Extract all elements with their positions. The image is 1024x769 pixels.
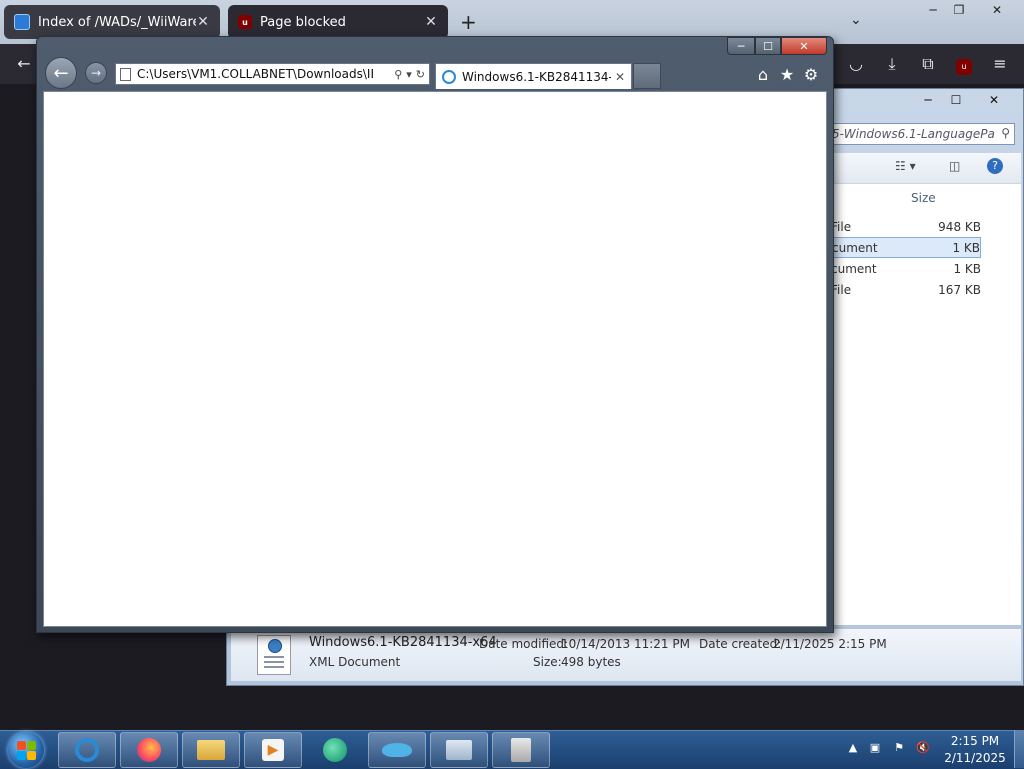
file-size: 948 KB <box>938 220 981 234</box>
ie-tab-title: Windows6.1-KB2841134-x64 <box>462 69 611 84</box>
details-date-created: 2/11/2025 2:15 PM <box>773 637 887 651</box>
taskbar-firefox[interactable] <box>120 732 178 768</box>
taskbar-app[interactable] <box>306 732 364 768</box>
list-all-tabs-button[interactable]: ⌄ <box>850 12 862 28</box>
start-button[interactable] <box>8 732 44 768</box>
page-icon <box>120 67 131 81</box>
taskbar-archive[interactable] <box>492 732 550 768</box>
close-button[interactable]: ✕ <box>982 0 1012 20</box>
menu-icon[interactable]: ≡ <box>990 54 1010 74</box>
file-row[interactable]: cument 1 KB <box>831 259 981 280</box>
firefox-tab-title: Page blocked <box>260 14 346 30</box>
show-desktop-button[interactable] <box>1014 730 1024 768</box>
taskbar-clock[interactable]: 2:15 PM 2/11/2025 <box>940 733 1010 767</box>
help-icon[interactable]: ? <box>987 158 1003 174</box>
ublock-icon[interactable]: u <box>954 54 974 75</box>
address-text: 5-Windows6.1-LanguagePa <box>832 127 995 141</box>
details-file-type: XML Document <box>309 655 401 669</box>
internet-explorer-icon <box>442 69 456 84</box>
file-row[interactable]: File 948 KB <box>831 217 981 238</box>
control-panel-icon <box>446 740 472 760</box>
details-date-modified-label: Date modified: <box>479 637 569 651</box>
search-icon[interactable]: ⚲ <box>1001 126 1010 140</box>
close-tab-icon[interactable]: ✕ <box>196 14 210 30</box>
pocket-icon[interactable]: ◡ <box>846 54 866 74</box>
firefox-tab-page-blocked[interactable]: u Page blocked ✕ <box>228 5 448 39</box>
details-size: 498 bytes <box>561 655 621 669</box>
page-icon <box>14 14 30 30</box>
firefox-tab-index[interactable]: Index of /WADs/_WiiWare, VC, ✕ <box>4 5 220 39</box>
details-pane: Windows6.1-KB2841134-x64 XML Document Da… <box>231 629 1021 681</box>
maximize-button[interactable]: ☐ <box>755 37 781 55</box>
ie-page-content <box>43 91 827 627</box>
file-size: 1 KB <box>953 262 981 276</box>
file-type: cument <box>831 262 877 276</box>
preview-pane-icon[interactable]: ◫ <box>949 159 960 173</box>
file-type: File <box>831 283 852 297</box>
file-size: 1 KB <box>952 241 980 255</box>
clock-date: 2/11/2025 <box>944 751 1006 765</box>
close-tab-icon[interactable]: ✕ <box>615 70 625 84</box>
forward-arrow-icon: → <box>90 66 102 80</box>
dropdown-arrow-icon[interactable]: ▾ <box>406 68 412 81</box>
address-text: C:\Users\VM1.COLLABNET\Downloads\IE11- <box>137 67 373 81</box>
taskbar-control-panel[interactable] <box>430 732 488 768</box>
forward-button[interactable]: → <box>85 62 107 84</box>
home-icon[interactable]: ⌂ <box>753 65 773 85</box>
taskbar-media-player[interactable]: ▶ <box>244 732 302 768</box>
taskbar-file-explorer[interactable] <box>182 732 240 768</box>
internet-explorer-icon <box>75 738 99 762</box>
refresh-icon[interactable]: ↻ <box>416 68 425 81</box>
app-icon <box>323 738 347 762</box>
show-hidden-icons-icon[interactable]: ▲ <box>846 741 860 755</box>
file-row[interactable]: File 167 KB <box>831 280 981 301</box>
back-button[interactable]: ← <box>45 57 77 89</box>
clock-time: 2:15 PM <box>950 734 1000 748</box>
volume-muted-icon[interactable]: 🔇 <box>916 741 930 755</box>
new-tab-button[interactable]: + <box>460 10 477 34</box>
close-button[interactable]: ✕ <box>781 37 827 55</box>
archive-icon <box>511 738 531 762</box>
details-date-modified: 10/14/2013 11:21 PM <box>561 637 690 651</box>
close-tab-icon[interactable]: ✕ <box>424 14 438 30</box>
new-tab-button[interactable] <box>633 63 661 89</box>
firefox-icon <box>137 738 161 762</box>
file-row-selected[interactable]: cument 1 KB <box>831 237 981 258</box>
ie-tab-active[interactable]: Windows6.1-KB2841134-x64 ✕ <box>435 63 632 89</box>
minimize-button[interactable]: ─ <box>915 91 941 109</box>
details-file-name: Windows6.1-KB2841134-x64 <box>309 635 497 650</box>
ie-address-bar[interactable]: C:\Users\VM1.COLLABNET\Downloads\IE11- ⚲… <box>115 63 430 85</box>
explorer-address-bar[interactable]: 5-Windows6.1-LanguagePa ⚲ <box>827 123 1015 145</box>
column-header-size[interactable]: Size <box>911 191 936 205</box>
minimize-button[interactable]: ─ <box>727 37 755 55</box>
file-size: 167 KB <box>938 283 981 297</box>
firefox-tab-title: Index of /WADs/_WiiWare, VC, <box>38 14 196 30</box>
file-type: File <box>831 220 852 234</box>
taskbar-dolphin[interactable] <box>368 732 426 768</box>
view-options-icon[interactable]: ☷ ▾ <box>895 159 916 173</box>
gear-icon[interactable]: ⚙ <box>801 65 821 85</box>
internet-explorer-window: ─ ☐ ✕ ← → C:\Users\VM1.COLLABNET\Downloa… <box>36 36 834 633</box>
taskbar-internet-explorer[interactable] <box>58 732 116 768</box>
file-explorer-icon <box>197 740 225 760</box>
maximize-button[interactable]: ☐ <box>943 91 969 109</box>
dolphin-icon <box>382 743 412 757</box>
search-icon[interactable]: ⚲ <box>394 68 402 81</box>
back-arrow-icon[interactable]: ← <box>14 54 34 74</box>
close-button[interactable]: ✕ <box>979 91 1009 109</box>
details-size-label: Size: <box>533 655 562 669</box>
action-center-flag-icon[interactable]: ⚑ <box>892 741 906 755</box>
details-date-created-label: Date created: <box>699 637 782 651</box>
back-arrow-icon: ← <box>53 62 69 84</box>
download-icon[interactable]: ⤓ <box>882 54 902 74</box>
file-type: cument <box>832 241 878 255</box>
restore-button[interactable]: ❐ <box>944 0 974 20</box>
windows-logo-icon <box>17 741 26 750</box>
ublock-icon: u <box>238 15 252 29</box>
network-icon[interactable]: ▣ <box>868 741 882 755</box>
extensions-icon[interactable]: ⧉ <box>918 54 938 74</box>
xml-file-icon <box>257 635 291 675</box>
favorites-star-icon[interactable]: ★ <box>777 65 797 85</box>
media-player-icon: ▶ <box>262 739 284 761</box>
